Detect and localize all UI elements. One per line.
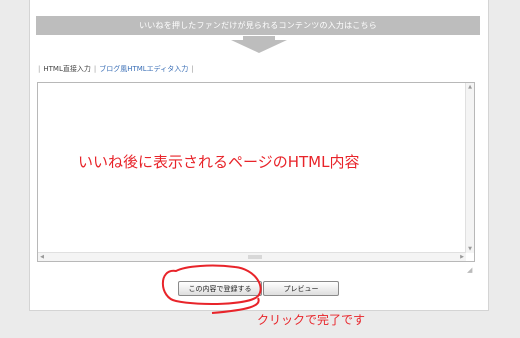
preview-button[interactable]: プレビュー bbox=[263, 281, 339, 296]
scroll-right-icon[interactable]: ▶ bbox=[458, 253, 466, 261]
form-panel: いいねを押したファンだけが見られるコンテンツの入力はこちら | HTML直接入力… bbox=[29, 0, 489, 311]
input-mode-tabs: | HTML直接入力 | ブログ風HTMLエディタ入力 | bbox=[38, 64, 194, 74]
resize-grip-icon[interactable]: ◢ bbox=[467, 266, 472, 274]
section-banner: いいねを押したファンだけが見られるコンテンツの入力はこちら bbox=[36, 16, 480, 35]
scroll-left-icon[interactable]: ◀ bbox=[38, 253, 46, 261]
horizontal-scrollbar[interactable]: ◀ ▶ bbox=[38, 252, 466, 261]
tab-separator: | bbox=[38, 65, 41, 73]
register-button[interactable]: この内容で登録する bbox=[178, 281, 262, 296]
tab-separator: | bbox=[191, 65, 194, 73]
annotation-note: クリックで完了です bbox=[257, 313, 366, 327]
html-editor-textarea[interactable]: いいね後に表示されるページのHTML内容 ▲ ▼ ◀ ▶ bbox=[37, 82, 475, 262]
horizontal-scroll-thumb[interactable] bbox=[248, 255, 262, 259]
tab-html-direct-input[interactable]: HTML直接入力 bbox=[43, 64, 90, 74]
tab-separator: | bbox=[93, 65, 97, 73]
scroll-down-icon[interactable]: ▼ bbox=[466, 245, 474, 253]
editor-content-text: いいね後に表示されるページのHTML内容 bbox=[78, 153, 360, 171]
section-banner-text: いいねを押したファンだけが見られるコンテンツの入力はこちら bbox=[139, 21, 377, 30]
scroll-up-icon[interactable]: ▲ bbox=[466, 83, 474, 91]
vertical-scrollbar[interactable]: ▲ ▼ bbox=[465, 83, 474, 253]
tab-blog-editor[interactable]: ブログ風HTMLエディタ入力 bbox=[99, 64, 188, 74]
down-arrow-icon bbox=[229, 36, 289, 53]
